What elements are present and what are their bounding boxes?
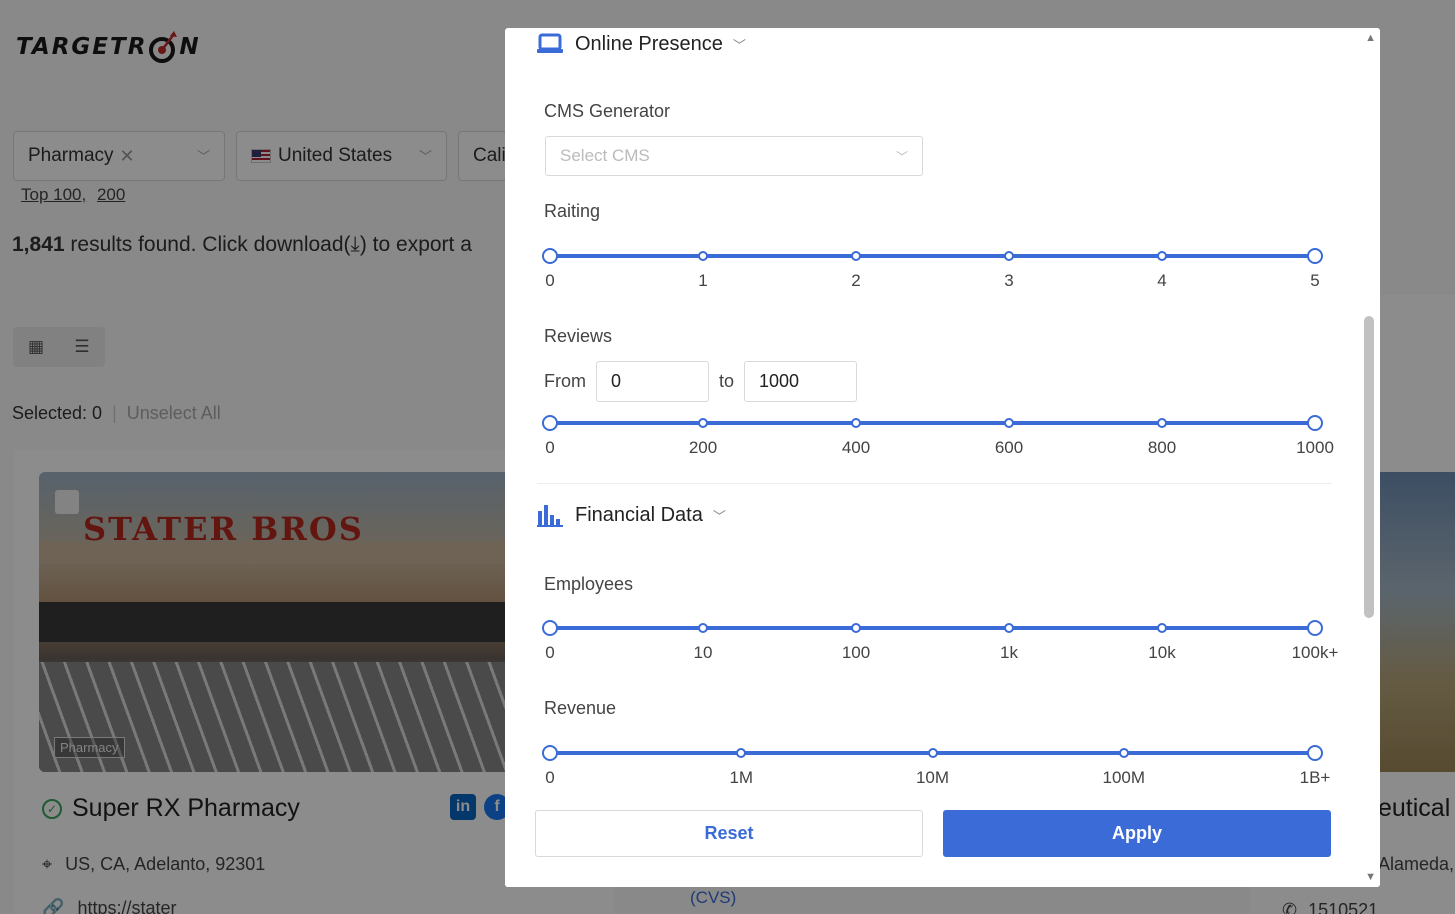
online-presence-header[interactable]: Online Presence ﹀ [537,32,746,56]
online-presence-title: Online Presence [575,32,723,55]
slider-handle[interactable] [542,745,558,761]
slider-mark [1004,418,1014,428]
slider-mark [851,251,861,261]
slider-mark [1004,623,1014,633]
financial-data-title: Financial Data [575,503,703,526]
slider-handle[interactable] [542,415,558,431]
apply-button[interactable]: Apply [943,810,1331,857]
laptop-icon [537,33,563,53]
slider-tick-label: 1B+ [1299,768,1331,787]
slider-mark [851,623,861,633]
slider-tick-label: 3 [1004,271,1014,290]
chevron-down-icon: ﹀ [732,37,746,53]
reviews-to-label: to [719,371,735,391]
slider-handle[interactable] [542,248,558,264]
slider-tick-label: 100 [841,643,871,662]
slider-mark [1157,623,1167,633]
reviews-to-input[interactable] [744,361,858,402]
slider-mark [1157,251,1167,261]
slider-mark [736,748,747,758]
slider-track[interactable] [550,421,1315,425]
section-divider [537,483,1332,484]
reviews-label: Reviews [544,326,613,346]
scrollbar-thumb[interactable] [1364,316,1374,618]
slider-tick-label: 100k+ [1291,643,1339,662]
chevron-down-icon: ﹀ [712,508,726,524]
rating-label: Raiting [544,201,601,221]
slider-tick-label: 100M [1102,768,1146,787]
reviews-from-input[interactable] [596,361,709,402]
revenue-label: Revenue [544,698,617,718]
reviews-range-inputs: From to [544,361,858,402]
revenue-slider[interactable]: 0 1M 10M 100M 1B+ [542,745,1330,787]
rating-slider[interactable]: 0 1 2 3 4 5 [542,248,1323,290]
slider-tick-label: 4 [1157,271,1167,290]
slider-mark [851,418,861,428]
slider-tick-label: 2 [851,271,861,290]
slider-tick-label: 1 [698,271,708,290]
slider-tick-label: 1k [1000,643,1018,662]
slider-track[interactable] [550,626,1315,630]
scroll-up-arrow-icon[interactable]: ▲ [1365,32,1376,44]
employees-slider[interactable]: 0 10 100 1k 10k 100k+ [542,620,1338,662]
cms-select[interactable]: Select CMS ﹀ [545,136,923,176]
slider-tick-label: 0 [545,271,555,290]
slider-tick-label: 10 [693,643,713,662]
scroll-down-arrow-icon[interactable]: ▼ [1365,871,1376,883]
slider-tick-label: 600 [994,438,1024,457]
slider-handle[interactable] [1307,415,1323,431]
slider-mark [698,251,708,261]
cms-select-placeholder: Select CMS [560,146,650,165]
bar-chart-icon [537,505,563,527]
reviews-slider[interactable]: 0 200 400 600 800 1000 [542,415,1334,457]
slider-mark [698,418,708,428]
slider-tick-label: 10M [915,768,950,787]
slider-track[interactable] [550,254,1315,258]
modal-footer: Reset Apply [505,798,1358,887]
slider-tick-label: 1M [729,768,754,787]
slider-handle[interactable] [1307,248,1323,264]
slider-tick-label: 1000 [1296,438,1334,457]
slider-tick-label: 5 [1310,271,1320,290]
slider-tick-label: 0 [545,768,555,787]
financial-data-header[interactable]: Financial Data ﹀ [537,503,726,527]
slider-handle[interactable] [542,620,558,636]
slider-tick-label: 200 [688,438,718,457]
slider-tick-label: 10k [1148,643,1176,662]
filters-modal: Online Presence ﹀ CMS Generator Select C… [505,28,1380,887]
slider-mark [1157,418,1167,428]
chevron-down-icon: ﹀ [895,150,908,164]
slider-handle[interactable] [1307,745,1323,761]
reviews-from-label: From [544,371,586,391]
slider-mark [698,623,708,633]
slider-mark [927,748,938,758]
slider-mark [1118,748,1129,758]
slider-tick-label: 800 [1147,438,1177,457]
employees-label: Employees [544,574,634,594]
cms-generator-label: CMS Generator [544,101,671,121]
slider-handle[interactable] [1307,620,1323,636]
slider-tick-label: 0 [545,438,555,457]
slider-tick-label: 400 [841,438,871,457]
modal-scrollbar[interactable]: ▲ ▼ [1358,28,1380,887]
slider-mark [1004,251,1014,261]
slider-tick-label: 0 [545,643,555,662]
reset-button[interactable]: Reset [535,810,923,857]
